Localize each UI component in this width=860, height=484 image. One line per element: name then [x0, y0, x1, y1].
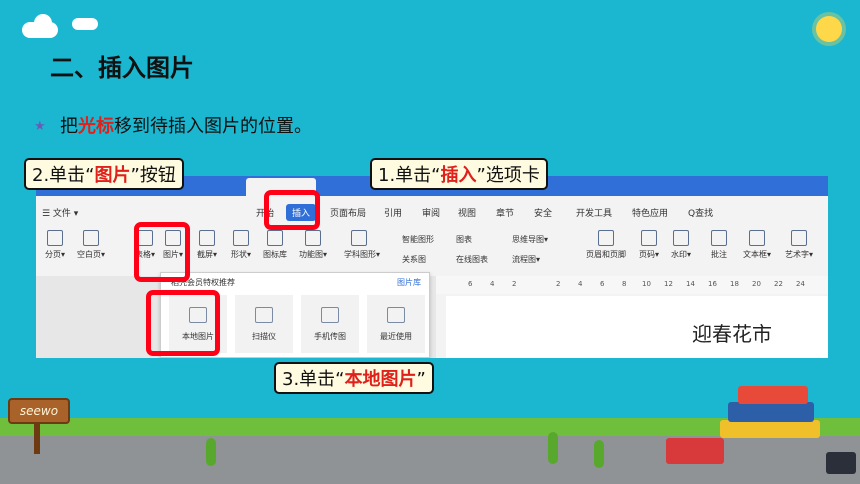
header-footer-icon	[598, 230, 614, 246]
signpost-pole	[34, 424, 40, 454]
tree-decoration	[206, 438, 216, 466]
page-number-icon	[641, 230, 657, 246]
wordart-button[interactable]: 艺术字▾	[784, 228, 814, 260]
online-chart-button[interactable]: 在线图表	[456, 254, 488, 265]
smart-shape-button[interactable]: 智能图形	[402, 234, 434, 245]
watermark-button[interactable]: 水印▾	[666, 228, 696, 260]
shape-button[interactable]: 形状▾	[226, 228, 256, 260]
picture-library-link[interactable]: 图片库	[397, 277, 421, 288]
scissors-icon	[199, 230, 215, 246]
menu-tab-special[interactable]: 特色应用	[632, 206, 668, 219]
highlight-picture-button	[134, 222, 190, 282]
header-footer-button[interactable]: 页眉和页脚	[584, 228, 628, 260]
watermark-icon	[673, 230, 689, 246]
function-chart-button[interactable]: 功能图▾	[298, 228, 328, 260]
menu-bar: ☰ 文件 ▾ 开始 插入 页面布局 引用 审阅 视图 章节 安全 开发工具 特色…	[36, 200, 828, 224]
callout-step-3: 3.单击“本地图片”	[274, 362, 434, 394]
comment-button[interactable]: 批注	[704, 228, 734, 260]
document-text: 迎春花市	[692, 322, 772, 346]
recent-icon	[387, 307, 405, 323]
subject-shape-icon	[351, 230, 367, 246]
menu-tab-layout[interactable]: 页面布局	[330, 206, 366, 219]
scanner-icon	[255, 307, 273, 323]
shape-icon	[233, 230, 249, 246]
tree-decoration	[548, 432, 558, 464]
callout-step-1: 1.单击“插入”选项卡	[370, 158, 548, 190]
flowchart-button[interactable]: 流程图▾	[512, 254, 540, 265]
books-decoration	[826, 452, 856, 474]
slide-title: 二、插入图片	[50, 54, 194, 82]
menu-file[interactable]: ☰ 文件 ▾	[42, 206, 78, 219]
books-decoration	[720, 420, 820, 438]
menu-tab-chapter[interactable]: 章节	[496, 206, 514, 219]
books-decoration	[728, 402, 814, 422]
subject-shape-button[interactable]: 学科图形▾	[344, 228, 380, 260]
chart-button[interactable]: 图表	[456, 234, 472, 245]
scanner-option[interactable]: 扫描仪	[235, 295, 293, 353]
page-break-button[interactable]: 分页▾	[40, 228, 70, 260]
highlight-insert-tab	[264, 190, 320, 230]
icon-library-icon	[267, 230, 283, 246]
textbox-icon	[749, 230, 765, 246]
barcode-icon	[305, 230, 321, 246]
menu-tab-view[interactable]: 视图	[458, 206, 476, 219]
phone-image-icon	[321, 307, 339, 323]
textbox-button[interactable]: 文本框▾	[742, 228, 772, 260]
menu-tab-security[interactable]: 安全	[534, 206, 552, 219]
callout-step-2: 2.单击“图片”按钮	[24, 158, 184, 190]
menu-tab-review[interactable]: 审阅	[422, 206, 440, 219]
recent-option[interactable]: 最近使用	[367, 295, 425, 353]
books-decoration	[666, 438, 724, 464]
cloud-decoration	[34, 14, 52, 32]
sun-icon	[816, 16, 842, 42]
horizontal-ruler: 6 4 2 2 4 6 8 10 12 14 16 18 20 22 24	[436, 276, 828, 294]
menu-tab-reference[interactable]: 引用	[384, 206, 402, 219]
tree-decoration	[594, 440, 604, 468]
star-bullet-icon: ★	[34, 119, 46, 134]
phone-transfer-option[interactable]: 手机传图	[301, 295, 359, 353]
relation-chart-button[interactable]: 关系图	[402, 254, 426, 265]
highlight-local-picture	[146, 290, 220, 356]
slide: 二、插入图片 ★ 把光标移到待插入图片的位置。 ☰ 文件 ▾ 开始 插入 页面布…	[0, 0, 860, 484]
icon-library-button[interactable]: 图标库	[260, 228, 290, 260]
cloud-decoration	[72, 18, 98, 30]
bullet-highlight: 光标	[78, 116, 114, 137]
road	[0, 436, 860, 484]
comment-icon	[711, 230, 727, 246]
document-page[interactable]: 迎春花市	[446, 296, 828, 358]
menu-tab-dev-tools[interactable]: 开发工具	[576, 206, 612, 219]
screenshot-button[interactable]: 截屏▾	[192, 228, 222, 260]
menu-search[interactable]: Q查找	[688, 206, 713, 219]
mind-map-button[interactable]: 思维导图▾	[512, 234, 548, 245]
seewo-signpost: seewo	[8, 398, 70, 424]
bullet-text: 把光标移到待插入图片的位置。	[60, 116, 312, 137]
wordart-icon	[791, 230, 807, 246]
blank-page-icon	[83, 230, 99, 246]
blank-page-button[interactable]: 空白页▾	[76, 228, 106, 260]
books-decoration	[738, 386, 808, 404]
page-number-button[interactable]: 页码▾	[634, 228, 664, 260]
page-break-icon	[47, 230, 63, 246]
